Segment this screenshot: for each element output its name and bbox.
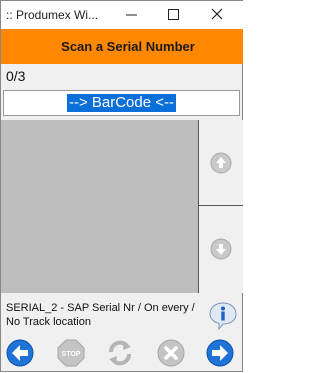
scroll-down-button[interactable] bbox=[199, 206, 243, 292]
close-button[interactable] bbox=[197, 1, 237, 29]
stop-icon: STOP bbox=[57, 339, 85, 367]
title-bar: :: Produmex Wi... bbox=[1, 1, 243, 29]
maximize-icon bbox=[168, 9, 179, 20]
page-title: Scan a Serial Number bbox=[61, 39, 195, 54]
svg-text:STOP: STOP bbox=[62, 351, 81, 358]
next-button[interactable] bbox=[205, 338, 239, 372]
minimize-icon bbox=[126, 14, 137, 16]
info-button[interactable] bbox=[208, 301, 238, 331]
refresh-button[interactable] bbox=[105, 338, 139, 372]
stop-button[interactable]: STOP bbox=[56, 338, 90, 372]
info-icon bbox=[209, 302, 237, 331]
back-button[interactable] bbox=[5, 338, 39, 372]
cancel-icon bbox=[157, 339, 185, 367]
app-window: :: Produmex Wi... Scan a Serial Number 0… bbox=[0, 0, 243, 372]
barcode-input[interactable]: --> BarCode <-- bbox=[3, 90, 240, 116]
barcode-value: --> BarCode <-- bbox=[66, 94, 177, 112]
bottom-toolbar: STOP bbox=[1, 337, 243, 373]
scroll-up-button[interactable] bbox=[199, 120, 243, 206]
arrow-down-icon bbox=[210, 238, 232, 260]
maximize-button[interactable] bbox=[153, 1, 193, 29]
window-title: :: Produmex Wi... bbox=[6, 8, 99, 22]
arrow-up-icon bbox=[210, 152, 232, 174]
close-icon bbox=[211, 8, 223, 20]
scroll-controls bbox=[198, 120, 243, 293]
serial-list[interactable] bbox=[1, 120, 198, 293]
serial-counter: 0/3 bbox=[6, 68, 26, 84]
arrow-left-icon bbox=[6, 339, 34, 367]
minimize-button[interactable] bbox=[111, 1, 151, 29]
serial-info-text: SERIAL_2 - SAP Serial Nr / On every / No… bbox=[6, 302, 195, 328]
header-bar: Scan a Serial Number bbox=[1, 29, 243, 64]
cancel-button[interactable] bbox=[156, 338, 190, 372]
arrow-right-icon bbox=[206, 339, 234, 367]
refresh-icon bbox=[109, 340, 131, 366]
